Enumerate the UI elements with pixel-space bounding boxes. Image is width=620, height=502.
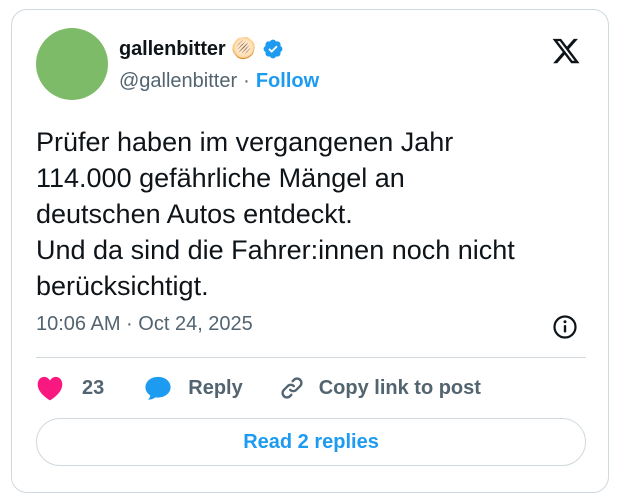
follow-button[interactable]: Follow bbox=[256, 70, 319, 93]
post-timestamp[interactable]: 10:06 AM · Oct 24, 2025 bbox=[36, 313, 253, 336]
author-handle[interactable]: @gallenbitter bbox=[119, 70, 237, 93]
embedded-post-card: gallenbitter 🫓 @gallenbitter · Follow Pr… bbox=[11, 9, 609, 493]
link-icon bbox=[281, 377, 303, 399]
speech-bubble-icon bbox=[145, 376, 171, 400]
copy-link-label: Copy link to post bbox=[318, 376, 481, 399]
verified-badge-icon bbox=[263, 39, 283, 58]
author-display-name[interactable]: gallenbitter 🫓 bbox=[119, 36, 256, 61]
read-replies-button[interactable]: Read 2 replies bbox=[36, 418, 586, 466]
author-name-row: gallenbitter 🫓 bbox=[119, 36, 284, 61]
reply-button[interactable]: Reply bbox=[144, 375, 243, 401]
post-actions: 23 Reply Copy link to post bbox=[36, 371, 481, 405]
separator-dot: · bbox=[243, 70, 250, 92]
reply-label: Reply bbox=[188, 376, 243, 399]
x-logo-icon[interactable] bbox=[550, 36, 582, 66]
like-button[interactable]: 23 bbox=[36, 375, 104, 401]
info-icon[interactable] bbox=[552, 314, 578, 340]
divider bbox=[36, 357, 586, 358]
copy-link-button[interactable]: Copy link to post bbox=[279, 375, 481, 401]
like-count: 23 bbox=[82, 376, 105, 399]
author-handle-row: @gallenbitter · Follow bbox=[119, 70, 319, 93]
heart-icon bbox=[37, 376, 63, 401]
avatar[interactable] bbox=[36, 28, 108, 100]
post-text: Prüfer haben im vergangenen Jahr 114.000… bbox=[36, 127, 515, 301]
